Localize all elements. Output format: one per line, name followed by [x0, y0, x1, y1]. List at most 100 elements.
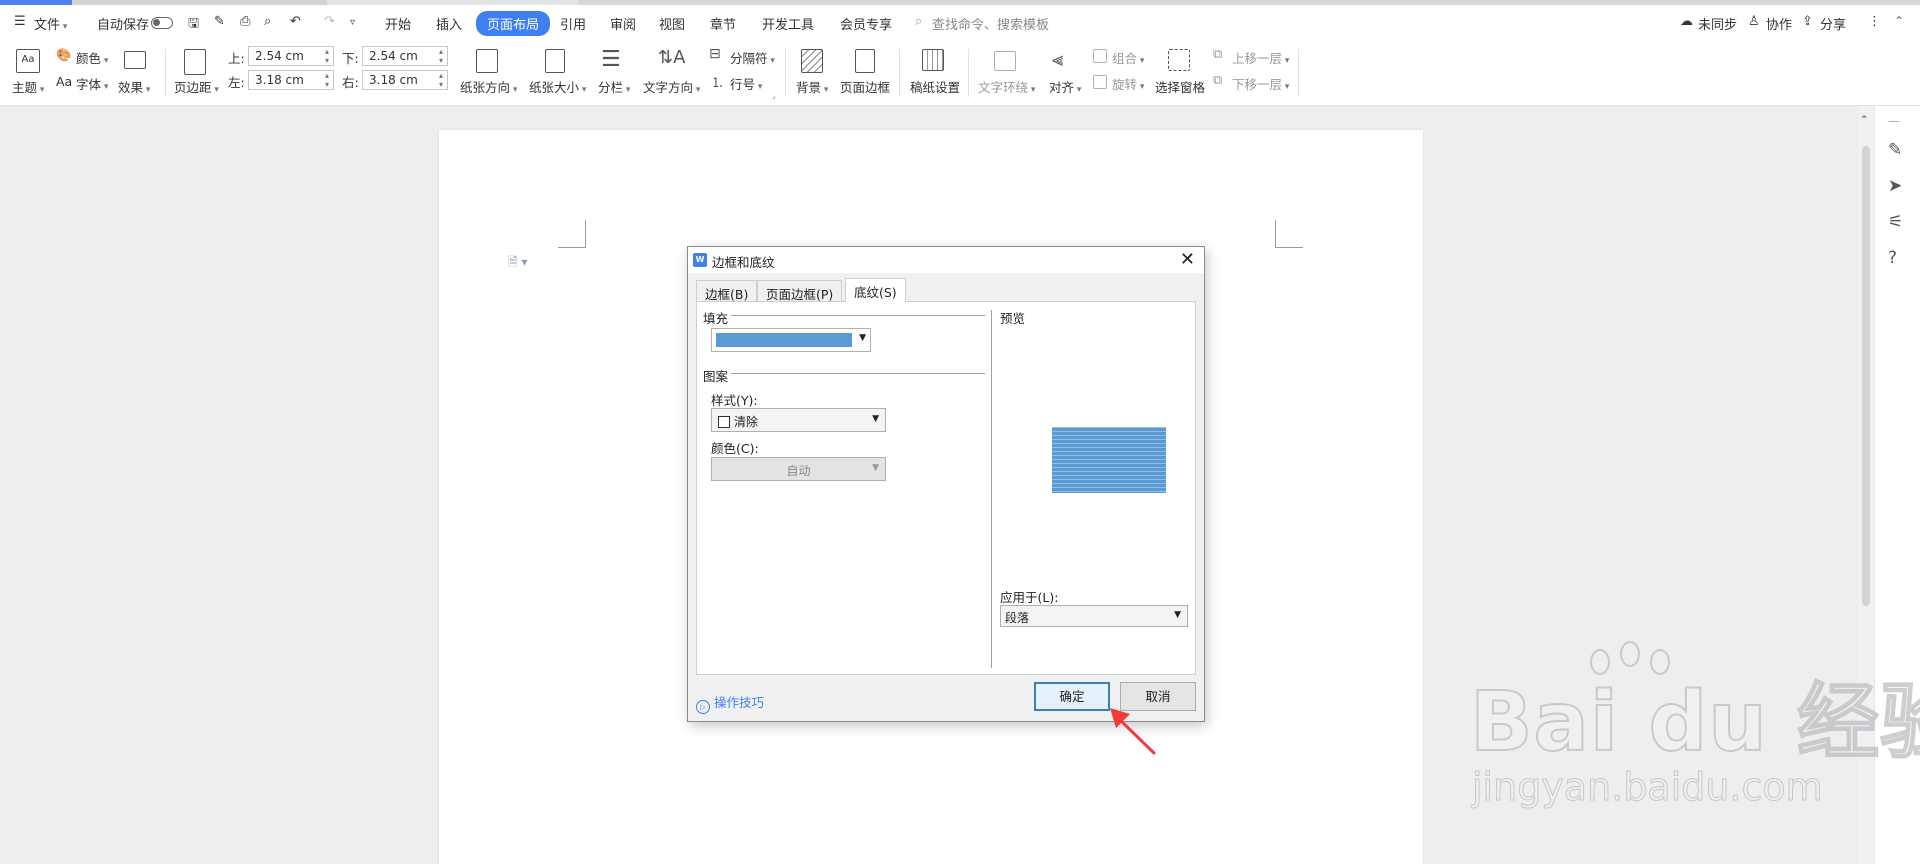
- tab-developer[interactable]: 开发工具: [762, 14, 814, 33]
- pattern-color-select: 自动 ▼: [711, 457, 886, 481]
- tab-page-border[interactable]: 页面边框(P): [757, 280, 843, 302]
- redo-icon[interactable]: ↷: [324, 14, 335, 29]
- scroll-thumb[interactable]: [1862, 146, 1870, 606]
- selection-pane-button[interactable]: 选择窗格: [1155, 77, 1205, 96]
- format-painter-icon[interactable]: ✎: [214, 14, 225, 29]
- page-border-button[interactable]: 页面边框: [840, 77, 890, 96]
- clear-pattern-icon: [718, 416, 730, 428]
- share-button[interactable]: 分享: [1820, 14, 1846, 33]
- select-cursor-icon[interactable]: ➤: [1888, 176, 1902, 196]
- page-setup-launcher-icon[interactable]: ⌟: [772, 91, 776, 100]
- spin-arrows-icon[interactable]: ▴ ▾: [439, 47, 443, 65]
- color-label: 颜色(C):: [711, 441, 759, 456]
- top-margin-value: 2.54 cm: [255, 49, 304, 63]
- file-menu[interactable]: 文件: [34, 14, 67, 33]
- theme-button[interactable]: 主题: [12, 77, 44, 96]
- spin-arrows-icon[interactable]: ▴ ▾: [325, 71, 329, 89]
- autosave-toggle[interactable]: [151, 17, 173, 29]
- tab-insert[interactable]: 插入: [436, 14, 462, 33]
- pattern-section-label: 图案: [703, 369, 729, 384]
- tab-shading[interactable]: 底纹(S): [845, 278, 906, 302]
- colors-button[interactable]: 颜色: [76, 48, 108, 67]
- page-corner-mark: [558, 220, 586, 248]
- paper-size-button[interactable]: 纸张大小: [529, 77, 586, 96]
- panel-collapse-icon[interactable]: —: [1888, 114, 1900, 128]
- save-icon[interactable]: 🖫: [188, 14, 199, 36]
- bring-forward-icon: ⧉: [1213, 47, 1223, 62]
- orientation-button[interactable]: 纸张方向: [460, 77, 517, 96]
- fill-color-picker[interactable]: ▼: [711, 328, 871, 352]
- tab-view[interactable]: 视图: [659, 14, 685, 33]
- spin-arrows-icon[interactable]: ▴ ▾: [325, 47, 329, 65]
- background-icon: [801, 49, 823, 73]
- undo-icon[interactable]: ↶: [290, 14, 301, 29]
- top-margin-label: 上:: [228, 51, 245, 66]
- spin-arrows-icon[interactable]: ▴ ▾: [439, 71, 443, 89]
- collapse-ribbon-icon[interactable]: ⌃: [1894, 14, 1904, 28]
- text-direction-button[interactable]: 文字方向: [643, 77, 700, 96]
- bottom-margin-value: 2.54 cm: [369, 49, 418, 63]
- tab-borders[interactable]: 边框(B): [696, 280, 758, 302]
- palette-icon: 🎨: [56, 47, 72, 62]
- tab-page-layout[interactable]: 页面布局: [476, 11, 551, 36]
- collab-button[interactable]: 协作: [1766, 14, 1792, 33]
- effects-button[interactable]: 效果: [118, 77, 150, 96]
- dropdown-arrow-icon[interactable]: ▼: [1174, 610, 1181, 620]
- ok-button[interactable]: 确定: [1034, 682, 1110, 711]
- tab-review[interactable]: 审阅: [610, 14, 636, 33]
- fonts-button[interactable]: 字体: [76, 74, 108, 93]
- align-button[interactable]: 对齐: [1049, 77, 1081, 96]
- bring-forward-button[interactable]: 上移一层: [1232, 48, 1289, 67]
- tips-link[interactable]: ▷ 操作技巧: [696, 692, 764, 714]
- search-icon[interactable]: ⌕: [915, 14, 922, 29]
- settings-sliders-icon[interactable]: ⚟: [1888, 212, 1903, 232]
- scroll-up-icon[interactable]: ⏶: [1861, 112, 1867, 122]
- left-margin-label: 左:: [228, 75, 245, 90]
- tab-member[interactable]: 会员专享: [840, 14, 892, 33]
- section-divider: [731, 315, 985, 316]
- wps-writer-icon: W: [693, 253, 707, 267]
- fill-color-swatch: [716, 333, 852, 347]
- paragraph-menu-icon[interactable]: 🗎 ▾: [508, 253, 528, 274]
- right-margin-input[interactable]: 3.18 cm ▴ ▾: [362, 70, 448, 90]
- dialog-titlebar[interactable]: W 边框和底纹 ✕: [688, 247, 1204, 273]
- section-divider: [731, 373, 985, 374]
- tab-references[interactable]: 引用: [560, 14, 586, 33]
- text-wrap-button[interactable]: 文字环绕: [978, 77, 1035, 96]
- customize-toolbar-icon[interactable]: ▿: [350, 17, 355, 28]
- preview-label: 预览: [1000, 311, 1026, 326]
- apply-to-select[interactable]: 段落 ▼: [1000, 605, 1188, 627]
- edit-pen-icon[interactable]: ✎: [1888, 140, 1902, 160]
- breaks-button[interactable]: 分隔符: [730, 48, 775, 67]
- tab-start[interactable]: 开始: [385, 14, 411, 33]
- rotate-button[interactable]: 旋转: [1112, 74, 1144, 93]
- pattern-color-value: 自动: [786, 464, 811, 478]
- background-button[interactable]: 背景: [796, 77, 828, 96]
- dropdown-arrow-icon[interactable]: ▼: [872, 414, 879, 424]
- cancel-button[interactable]: 取消: [1120, 682, 1196, 711]
- bottom-margin-input[interactable]: 2.54 cm ▴ ▾: [362, 46, 448, 66]
- print-preview-icon[interactable]: ⌕: [264, 14, 271, 29]
- sync-status[interactable]: 未同步: [1698, 14, 1737, 33]
- tab-chapter[interactable]: 章节: [710, 14, 736, 33]
- command-search[interactable]: 查找命令、搜索模板: [932, 14, 1049, 33]
- close-icon[interactable]: ✕: [1180, 249, 1195, 270]
- dropdown-arrow-icon[interactable]: ▼: [859, 333, 866, 343]
- send-backward-button[interactable]: 下移一层: [1232, 74, 1289, 93]
- paw-icon: [1650, 649, 1670, 675]
- print-icon[interactable]: ⎙: [240, 14, 250, 29]
- margins-button[interactable]: 页边距: [174, 77, 219, 96]
- top-margin-input[interactable]: 2.54 cm ▴ ▾: [248, 46, 334, 66]
- manuscript-button[interactable]: 稿纸设置: [910, 77, 960, 96]
- columns-icon: ☰: [601, 47, 621, 72]
- help-icon[interactable]: ?: [1888, 248, 1897, 268]
- pattern-style-select[interactable]: 清除 ▼: [711, 408, 886, 432]
- autosave-label: 自动保存: [97, 18, 150, 33]
- ribbon-divider: [165, 49, 166, 97]
- columns-button[interactable]: 分栏: [598, 77, 630, 96]
- left-margin-input[interactable]: 3.18 cm ▴ ▾: [248, 70, 334, 90]
- hamburger-icon[interactable]: ☰: [14, 14, 26, 29]
- line-numbers-button[interactable]: 行号: [730, 74, 762, 93]
- more-icon[interactable]: ⋮: [1868, 14, 1881, 29]
- group-button[interactable]: 组合: [1112, 48, 1144, 67]
